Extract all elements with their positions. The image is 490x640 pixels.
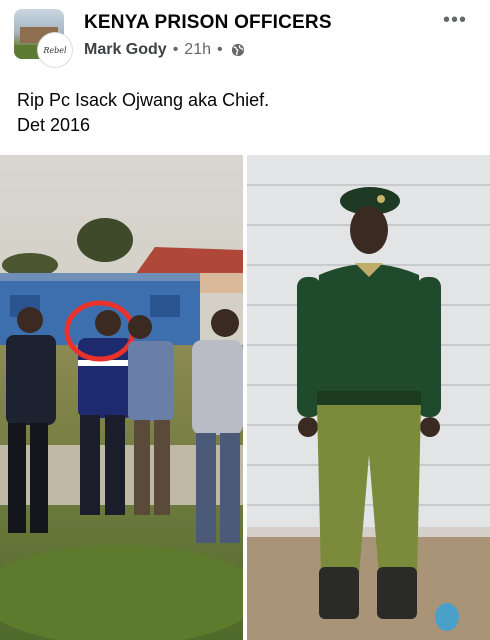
author-name[interactable]: Mark Gody bbox=[84, 41, 167, 59]
photo-grid bbox=[0, 155, 490, 640]
post-text-line-1: Rip Pc Isack Ojwang aka Chief. bbox=[17, 90, 270, 110]
post-header: Rebel KENYA PRISON OFFICERS Mark Gody • … bbox=[0, 0, 490, 80]
post-time[interactable]: 21h bbox=[184, 41, 211, 59]
group-name[interactable]: KENYA PRISON OFFICERS bbox=[84, 12, 332, 34]
separator-dot-2: • bbox=[217, 41, 223, 58]
user-avatar[interactable]: Rebel bbox=[38, 33, 72, 67]
post-text-line-2: Det 2016 bbox=[17, 115, 91, 135]
post-text: Rip Pc Isack Ojwang aka Chief. Det 2016 bbox=[17, 88, 477, 138]
group-photo[interactable] bbox=[0, 155, 243, 640]
post-meta: Mark Gody • 21h • bbox=[84, 41, 245, 59]
officer-uniform-photo-image bbox=[247, 155, 490, 640]
avatar-group[interactable]: Rebel bbox=[14, 9, 72, 67]
officer-uniform-photo[interactable] bbox=[247, 155, 490, 640]
globe-icon[interactable] bbox=[231, 43, 245, 57]
group-photo-image bbox=[0, 155, 243, 640]
separator-dot: • bbox=[172, 41, 179, 58]
more-options-icon[interactable]: ••• bbox=[440, 10, 470, 30]
